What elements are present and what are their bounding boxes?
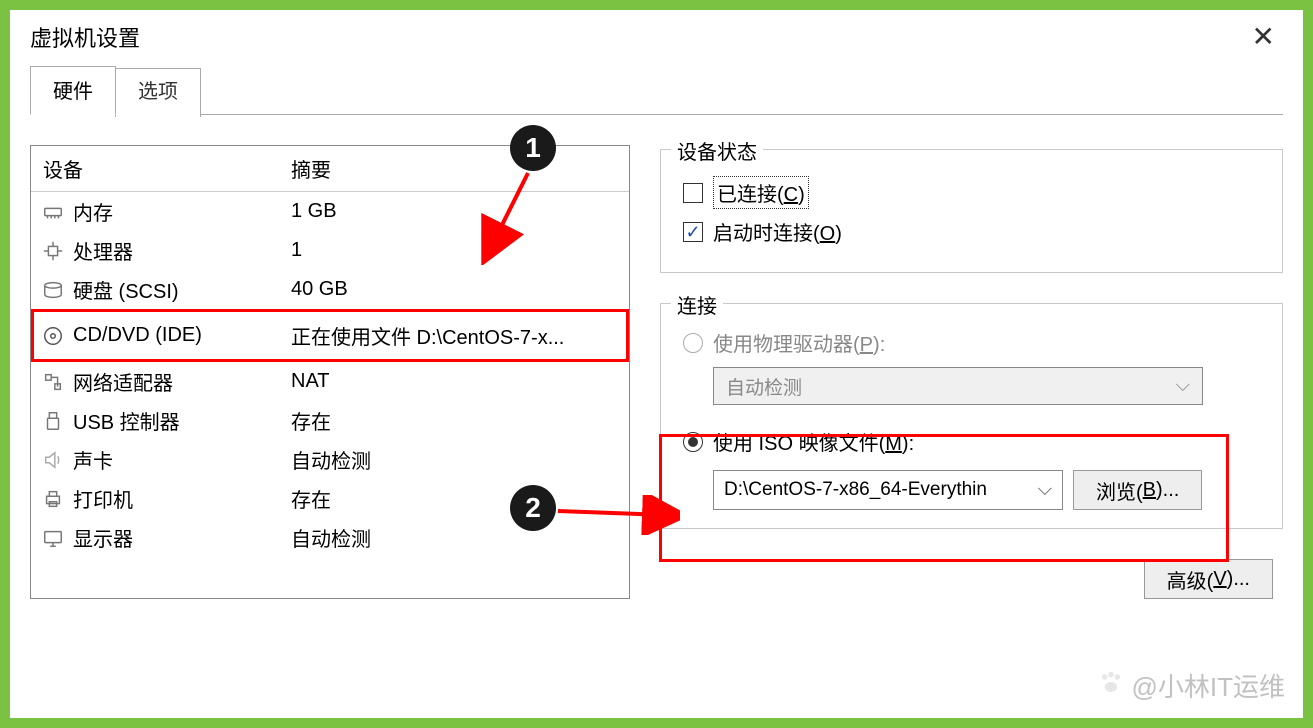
device-summary: 存在 — [291, 406, 629, 435]
device-summary: 存在 — [291, 484, 629, 513]
device-summary: 自动检测 — [291, 523, 629, 552]
device-name: USB 控制器 — [73, 406, 180, 435]
device-list: 设备 摘要 内存 1 GB 处理器 1 硬盘 (SCSI) 40 GB CD/DVD (ID… — [30, 145, 630, 599]
device-name: 声卡 — [73, 445, 113, 474]
iso-file-label: 使用 ISO 映像文件(M): — [713, 427, 914, 456]
iso-file-radio[interactable] — [683, 432, 703, 452]
connect-at-power-checkbox[interactable] — [683, 222, 703, 242]
device-summary: 40 GB — [291, 278, 629, 301]
close-icon[interactable]: ✕ — [1244, 20, 1283, 53]
connection-group: 连接 使用物理驱动器(P): 自动检测 ⌵ 使用 I — [660, 303, 1283, 529]
display-icon — [41, 526, 65, 550]
device-status-group: 设备状态 已连接(C) 启动时连接(O) — [660, 149, 1283, 273]
device-summary: 1 GB — [291, 200, 629, 223]
sound-icon — [41, 448, 65, 472]
device-name: 网络适配器 — [73, 367, 173, 396]
device-name: 显示器 — [73, 523, 133, 552]
device-row[interactable]: 声卡 自动检测 — [31, 440, 629, 479]
advanced-button[interactable]: 高级(V)... — [1144, 559, 1273, 599]
usb-icon — [41, 409, 65, 433]
chevron-down-icon: ⌵ — [1164, 375, 1202, 397]
device-summary: 自动检测 — [291, 445, 629, 474]
device-name: 处理器 — [73, 236, 133, 265]
device-name: CD/DVD (IDE) — [73, 324, 202, 347]
device-details: 设备状态 已连接(C) 启动时连接(O) — [660, 145, 1283, 599]
device-row[interactable]: 内存 1 GB — [31, 192, 629, 231]
connect-at-power-label: 启动时连接(O) — [713, 217, 842, 246]
device-row[interactable]: 网络适配器 NAT — [31, 362, 629, 401]
device-row[interactable]: USB 控制器 存在 — [31, 401, 629, 440]
chevron-down-icon: ⌵ — [1028, 479, 1062, 501]
device-row[interactable]: 硬盘 (SCSI) 40 GB — [31, 270, 629, 309]
device-summary: 1 — [291, 239, 629, 262]
physical-drive-label: 使用物理驱动器(P): — [713, 328, 885, 357]
header-device: 设备 — [31, 154, 291, 183]
memory-icon — [41, 200, 65, 224]
annotation-callout-2: 2 — [510, 485, 556, 531]
device-name: 内存 — [73, 197, 113, 226]
device-name: 打印机 — [73, 484, 133, 513]
header-summary: 摘要 — [291, 154, 629, 183]
printer-icon — [41, 487, 65, 511]
cpu-icon — [41, 239, 65, 263]
device-status-legend: 设备状态 — [671, 136, 763, 165]
tabs-bar: 硬件 选项 — [30, 65, 1283, 115]
device-row[interactable]: 处理器 1 — [31, 231, 629, 270]
tab-options[interactable]: 选项 — [115, 68, 201, 117]
disk-icon — [41, 278, 65, 302]
cd-icon — [41, 324, 65, 348]
tab-hardware[interactable]: 硬件 — [30, 66, 116, 115]
device-summary: NAT — [291, 370, 629, 393]
connection-legend: 连接 — [671, 290, 723, 319]
iso-path-combo[interactable]: D:\CentOS-7-x86_64-Everythin ⌵ — [713, 470, 1063, 510]
physical-drive-combo[interactable]: 自动检测 ⌵ — [713, 367, 1203, 405]
device-summary: 正在使用文件 D:\CentOS-7-x... — [291, 321, 629, 350]
connected-checkbox[interactable] — [683, 183, 703, 203]
device-row[interactable]: CD/DVD (IDE) 正在使用文件 D:\CentOS-7-x... — [31, 309, 629, 362]
paw-icon — [1096, 667, 1126, 704]
connected-label: 已连接(C) — [713, 176, 809, 209]
watermark: @小林IT运维 — [1096, 667, 1286, 704]
network-icon — [41, 370, 65, 394]
device-name: 硬盘 (SCSI) — [73, 275, 179, 304]
annotation-callout-1: 1 — [510, 125, 556, 171]
physical-drive-radio[interactable] — [683, 333, 703, 353]
window-title: 虚拟机设置 — [30, 21, 140, 53]
browse-button[interactable]: 浏览(B)... — [1073, 470, 1202, 510]
